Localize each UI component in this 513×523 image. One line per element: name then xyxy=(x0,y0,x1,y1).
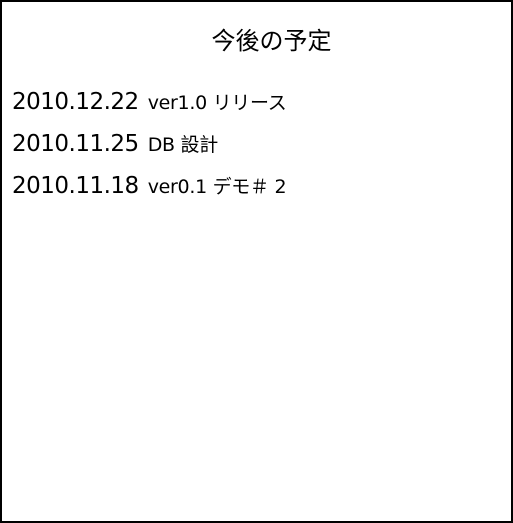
entry-date: 2010.11.18 xyxy=(12,173,139,199)
entry-date: 2010.11.25 xyxy=(12,131,139,157)
schedule-entry: 2010.12.22 ver1.0 リリース xyxy=(12,84,287,126)
schedule-entry: 2010.11.18 ver0.1 デモ＃ 2 xyxy=(12,168,287,210)
entry-description: ver0.1 デモ＃ 2 xyxy=(147,176,287,198)
panel-title: 今後の予定 xyxy=(211,27,332,55)
schedule-list: 2010.12.22 ver1.0 リリース 2010.11.25 DB 設計 … xyxy=(12,84,287,210)
entry-description: DB 設計 xyxy=(147,134,219,156)
schedule-entry: 2010.11.25 DB 設計 xyxy=(12,126,286,168)
entry-date: 2010.12.22 xyxy=(12,89,139,115)
schedule-panel: 今後の予定 2010.12.22 ver1.0 リリース 2010.11.25 … xyxy=(0,0,513,523)
entry-description: ver1.0 リリース xyxy=(147,92,287,114)
